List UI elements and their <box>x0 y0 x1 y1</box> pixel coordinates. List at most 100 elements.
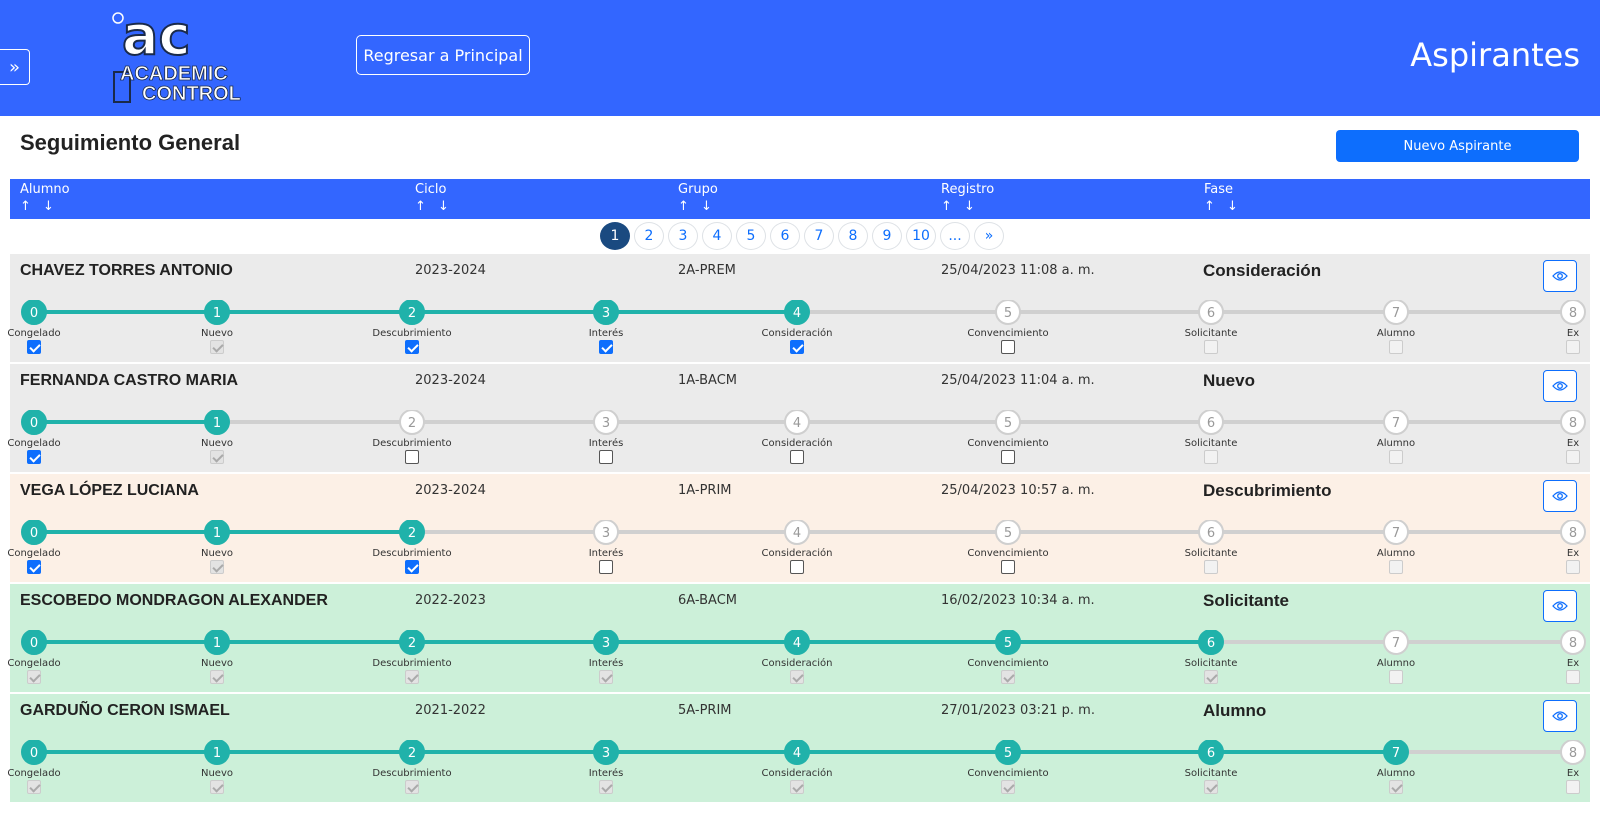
stage-checkbox[interactable] <box>599 560 613 574</box>
view-details-button[interactable] <box>1543 370 1577 402</box>
page-6-button[interactable]: 6 <box>770 222 800 250</box>
stage-checkbox[interactable] <box>790 340 804 354</box>
page-10-button[interactable]: 10 <box>906 222 936 250</box>
stage-checkbox[interactable] <box>599 450 613 464</box>
column-header-alumno[interactable]: Alumno ↑ ↓ <box>20 182 70 214</box>
stage-checkbox <box>1566 450 1580 464</box>
stage-checkbox[interactable] <box>1001 450 1015 464</box>
table-header: Alumno ↑ ↓ Ciclo ↑ ↓ Grupo ↑ ↓ Registro … <box>10 179 1590 219</box>
sort-arrows-icon[interactable]: ↑ ↓ <box>678 199 718 214</box>
stage-label: Ex <box>1566 328 1580 339</box>
table-row: CHAVEZ TORRES ANTONIO 2023-2024 2A-PREM 25/… <box>7 254 1590 364</box>
page-8-button[interactable]: 8 <box>838 222 868 250</box>
stage-label: Alumno <box>1376 438 1416 449</box>
stage-number: 7 <box>1392 636 1400 651</box>
back-to-main-button[interactable]: Regresar a Principal <box>356 35 530 75</box>
stage-number: 3 <box>602 636 610 651</box>
stage-checkbox <box>210 340 224 354</box>
stage-number: 1 <box>213 746 221 761</box>
top-header: » ac ACADEMIC CONTROL Regresar a Princip… <box>0 0 1600 116</box>
stage-number: 4 <box>793 526 801 541</box>
applicant-name: CHAVEZ TORRES ANTONIO <box>20 262 233 279</box>
stage-label: Nuevo <box>200 768 234 779</box>
stage-checkbox[interactable] <box>790 450 804 464</box>
page-7-button[interactable]: 7 <box>804 222 834 250</box>
view-details-button[interactable] <box>1543 480 1577 512</box>
page-9-button[interactable]: 9 <box>872 222 902 250</box>
stage-number: 7 <box>1392 746 1400 761</box>
stage-checkbox[interactable] <box>1001 340 1015 354</box>
stage-label: Congelado <box>7 658 61 669</box>
stage-number: 2 <box>408 636 416 651</box>
stage-checkbox <box>210 780 224 794</box>
section-title: Seguimiento General <box>20 130 241 155</box>
stage-label: Convencimiento <box>967 438 1049 449</box>
stage-checkbox <box>790 780 804 794</box>
stage-progress-track: 0 1 2 3 4 5 6 7 8 Congelado Nuevo Descubrimiento Int… <box>7 630 1590 694</box>
stage-number: 2 <box>408 746 416 761</box>
stage-progress-track: 0 1 2 3 4 5 6 7 8 Congelado Nuevo Descubrimiento Int… <box>7 410 1590 474</box>
column-header-grupo[interactable]: Grupo ↑ ↓ <box>678 182 718 214</box>
stage-number: 6 <box>1207 306 1215 321</box>
new-applicant-button[interactable]: Nuevo Aspirante <box>1336 130 1579 162</box>
stage-number: 5 <box>1004 416 1012 431</box>
page-5-button[interactable]: 5 <box>736 222 766 250</box>
stage-label: Congelado <box>7 548 61 559</box>
sort-arrows-icon[interactable]: ↑ ↓ <box>20 199 70 214</box>
column-header-registro[interactable]: Registro ↑ ↓ <box>941 182 994 214</box>
sidebar-toggle-button[interactable]: » <box>0 49 30 85</box>
stage-number: 0 <box>30 636 38 651</box>
progress-line: 0 1 2 3 4 5 6 7 8 <box>21 300 1586 325</box>
stage-number: 4 <box>793 306 801 321</box>
stage-checkbox[interactable] <box>599 340 613 354</box>
registration-date: 25/04/2023 11:08 a. m. <box>941 263 1095 278</box>
view-details-button[interactable] <box>1543 260 1577 292</box>
stage-checkbox <box>1001 780 1015 794</box>
stage-number: 5 <box>1004 306 1012 321</box>
stage-checkbox <box>405 670 419 684</box>
stage-number: 6 <box>1207 746 1215 761</box>
stage-checkbox[interactable] <box>27 450 41 464</box>
stage-number: 1 <box>213 636 221 651</box>
stage-label: Descubrimiento <box>372 438 452 449</box>
stage-checkbox[interactable] <box>405 560 419 574</box>
stage-checkbox[interactable] <box>405 450 419 464</box>
stage-label: Interés <box>588 438 624 449</box>
sort-arrows-icon[interactable]: ↑ ↓ <box>415 199 453 214</box>
eye-icon <box>1552 711 1568 721</box>
page-ellipsis-button[interactable]: ... <box>940 222 970 250</box>
stage-label: Solicitante <box>1184 658 1238 669</box>
stage-label: Descubrimiento <box>372 328 452 339</box>
stage-checkbox[interactable] <box>27 340 41 354</box>
stage-number: 1 <box>213 416 221 431</box>
column-header-fase[interactable]: Fase ↑ ↓ <box>1204 182 1242 214</box>
page-next-button[interactable]: » <box>974 222 1004 250</box>
column-header-ciclo[interactable]: Ciclo ↑ ↓ <box>415 182 453 214</box>
stage-number: 4 <box>793 416 801 431</box>
view-details-button[interactable] <box>1543 700 1577 732</box>
stage-checkbox[interactable] <box>790 560 804 574</box>
stage-checkbox[interactable] <box>405 340 419 354</box>
page-4-button[interactable]: 4 <box>702 222 732 250</box>
stage-label: Nuevo <box>200 548 234 559</box>
stage-label: Solicitante <box>1184 548 1238 559</box>
stage-label: Ex <box>1566 768 1580 779</box>
page-3-button[interactable]: 3 <box>668 222 698 250</box>
stage-checkbox[interactable] <box>27 560 41 574</box>
stage-number: 7 <box>1392 416 1400 431</box>
stage-checkbox[interactable] <box>1001 560 1015 574</box>
stage-label: Solicitante <box>1184 768 1238 779</box>
column-label: Registro <box>941 182 995 197</box>
cycle-value: 2023-2024 <box>415 373 486 388</box>
stage-label: Solicitante <box>1184 438 1238 449</box>
stage-checkbox <box>405 780 419 794</box>
page-1-button[interactable]: 1 <box>600 222 630 250</box>
svg-text:ACADEMIC: ACADEMIC <box>120 63 228 85</box>
sort-arrows-icon[interactable]: ↑ ↓ <box>941 199 994 214</box>
view-details-button[interactable] <box>1543 590 1577 622</box>
cycle-value: 2023-2024 <box>415 483 486 498</box>
sort-arrows-icon[interactable]: ↑ ↓ <box>1204 199 1242 214</box>
page-2-button[interactable]: 2 <box>634 222 664 250</box>
stage-number: 4 <box>793 636 801 651</box>
stage-label: Convencimiento <box>967 328 1049 339</box>
